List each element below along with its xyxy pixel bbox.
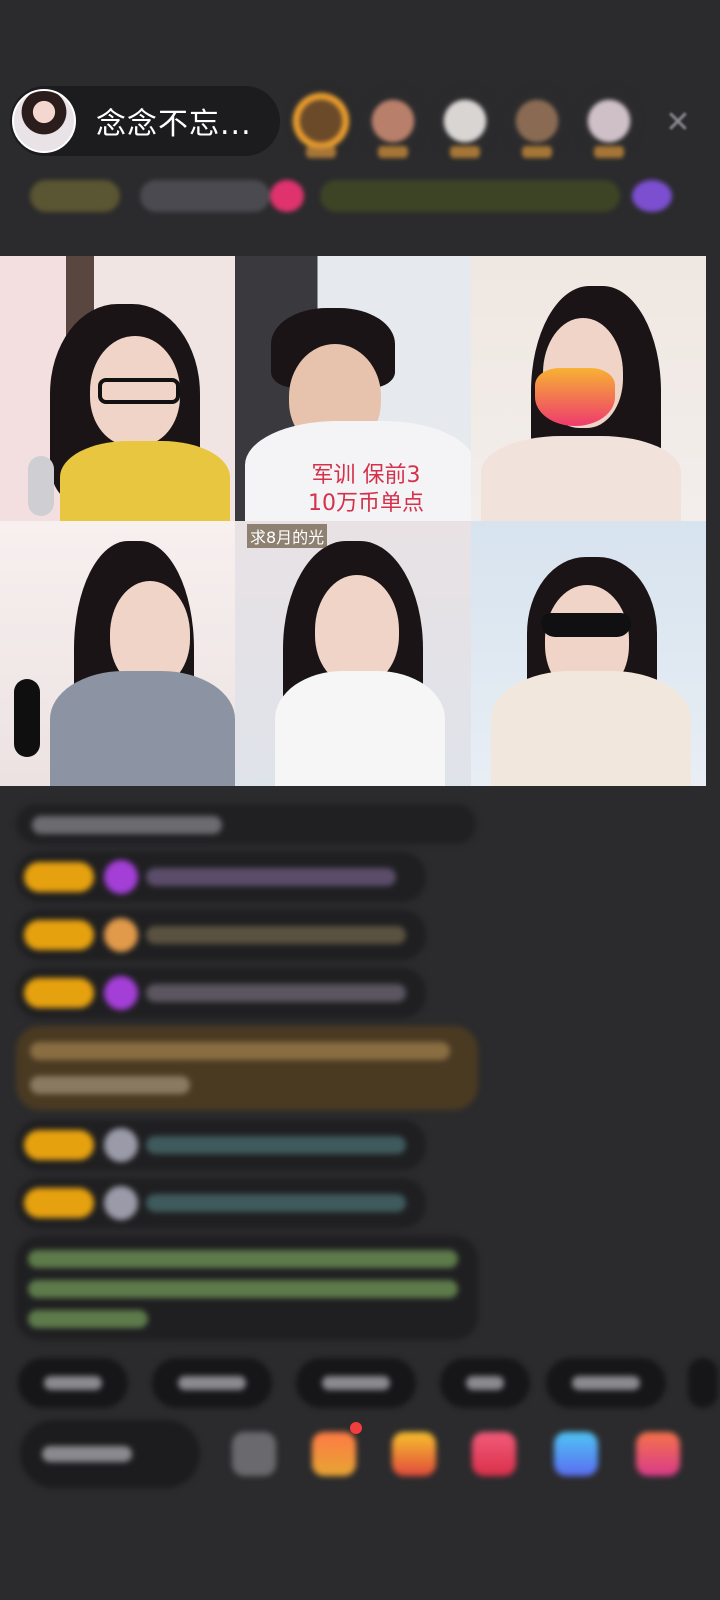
video-tile[interactable]: 求8月的光 bbox=[235, 521, 471, 786]
sunglasses-icon bbox=[541, 613, 631, 637]
info-chip[interactable] bbox=[632, 180, 672, 212]
user-avatar bbox=[104, 1128, 138, 1162]
microphone-icon bbox=[14, 679, 40, 757]
chat-input[interactable] bbox=[20, 1420, 200, 1488]
quick-action-pill[interactable] bbox=[688, 1358, 718, 1408]
level-badge bbox=[24, 920, 94, 950]
face-mask-icon bbox=[535, 368, 615, 426]
video-tile[interactable]: 军训 保前3 10万币单点 bbox=[235, 256, 471, 521]
video-tile[interactable] bbox=[0, 521, 235, 786]
chat-notice bbox=[16, 804, 476, 844]
room-info-row bbox=[20, 174, 700, 218]
quick-action-pill[interactable] bbox=[546, 1358, 666, 1408]
viewer-avatar[interactable] bbox=[434, 86, 496, 158]
blurred-text bbox=[30, 1076, 190, 1094]
host-avatar[interactable] bbox=[12, 89, 76, 153]
blurred-text bbox=[30, 1042, 450, 1060]
glasses-icon bbox=[98, 378, 180, 404]
video-tile[interactable] bbox=[471, 256, 706, 521]
blurred-text bbox=[28, 1250, 458, 1268]
gift-box-icon[interactable] bbox=[312, 1432, 356, 1476]
quick-action-pill[interactable] bbox=[152, 1358, 272, 1408]
info-chip[interactable] bbox=[30, 180, 120, 212]
viewer-avatar[interactable] bbox=[578, 86, 640, 158]
body-shape bbox=[50, 671, 235, 786]
body-shape bbox=[275, 671, 445, 786]
chat-highlight[interactable] bbox=[16, 1026, 478, 1110]
level-badge bbox=[24, 1130, 94, 1160]
info-chip[interactable] bbox=[320, 180, 620, 212]
blurred-text bbox=[146, 1136, 406, 1154]
quick-action-pill[interactable] bbox=[440, 1358, 530, 1408]
emoji-icon[interactable] bbox=[232, 1432, 276, 1476]
streamer-name-tag: 求8月的光 bbox=[247, 524, 328, 548]
host-name: 念念不忘... bbox=[96, 107, 252, 142]
close-icon[interactable]: ✕ bbox=[660, 104, 696, 140]
body-shape bbox=[491, 671, 691, 786]
level-badge bbox=[24, 862, 94, 892]
viewer-avatar[interactable] bbox=[362, 86, 424, 158]
chat-message[interactable] bbox=[16, 910, 426, 960]
notification-dot bbox=[350, 1422, 362, 1434]
host-info[interactable]: 念念不忘... bbox=[10, 86, 280, 156]
video-grid: 军训 保前3 10万币单点 求8月的光 bbox=[0, 256, 706, 786]
vip-badge bbox=[104, 860, 138, 894]
vip-badge bbox=[104, 976, 138, 1010]
blurred-text bbox=[28, 1310, 148, 1328]
chat-message[interactable] bbox=[16, 1178, 426, 1228]
overlay-line: 军训 保前3 bbox=[311, 463, 421, 488]
viewer-avatar[interactable] bbox=[506, 86, 568, 158]
blurred-text bbox=[146, 984, 406, 1002]
chat-message[interactable] bbox=[16, 968, 426, 1018]
blurred-text bbox=[146, 1194, 406, 1212]
quick-actions bbox=[18, 1358, 720, 1408]
face-shape bbox=[315, 575, 399, 685]
body-shape bbox=[481, 436, 681, 521]
overlay-line: 10万币单点 bbox=[308, 491, 424, 516]
video-tile[interactable] bbox=[471, 521, 706, 786]
top-viewers bbox=[290, 86, 640, 158]
tile-overlay-text: 军训 保前3 10万币单点 bbox=[301, 462, 431, 518]
chat-message[interactable] bbox=[16, 1120, 426, 1170]
video-tile[interactable] bbox=[0, 256, 235, 521]
user-avatar bbox=[104, 1186, 138, 1220]
user-badge bbox=[104, 918, 138, 952]
viewer-avatar[interactable] bbox=[290, 86, 352, 158]
body-shape bbox=[60, 441, 230, 521]
blurred-text bbox=[32, 816, 222, 834]
bottom-bar bbox=[20, 1420, 710, 1488]
blurred-text bbox=[146, 868, 396, 886]
info-chip[interactable] bbox=[270, 180, 304, 212]
more-icon[interactable] bbox=[636, 1432, 680, 1476]
level-badge bbox=[24, 1188, 94, 1218]
level-badge bbox=[24, 978, 94, 1008]
quick-action-pill[interactable] bbox=[296, 1358, 416, 1408]
microphone-icon bbox=[28, 456, 54, 516]
share-icon[interactable] bbox=[554, 1432, 598, 1476]
quick-action-pill[interactable] bbox=[18, 1358, 128, 1408]
red-packet-icon[interactable] bbox=[472, 1432, 516, 1476]
blurred-text bbox=[28, 1280, 458, 1298]
blurred-text bbox=[146, 926, 406, 944]
gift-icon[interactable] bbox=[392, 1432, 436, 1476]
info-chip[interactable] bbox=[140, 180, 270, 212]
chat-message[interactable] bbox=[16, 852, 426, 902]
chat-system-notice bbox=[16, 1236, 478, 1340]
